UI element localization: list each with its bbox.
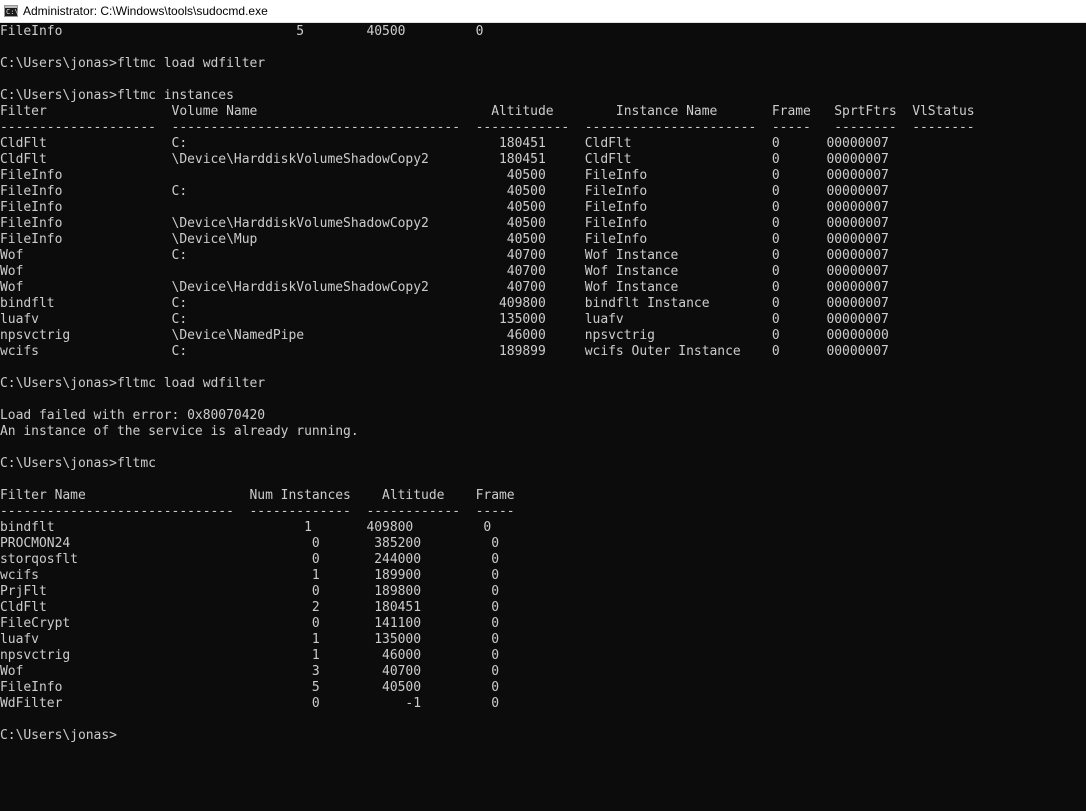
title-bar[interactable]: C:\ Administrator: C:\Windows\tools\sudo… <box>0 0 1086 23</box>
console-line: Wof \Device\HarddiskVolumeShadowCopy2 40… <box>0 280 889 295</box>
console-line: FileInfo 40500 FileInfo 0 00000007 <box>0 200 889 215</box>
console-line: C:\Users\jonas>fltmc <box>0 456 156 471</box>
console-line: FileInfo 5 40500 0 <box>0 24 484 39</box>
console-line: Load failed with error: 0x80070420 <box>0 408 266 423</box>
console-line: ------------------------------ ---------… <box>0 504 515 519</box>
console-line: FileInfo \Device\Mup 40500 FileInfo 0 00… <box>0 232 889 247</box>
console-output[interactable]: FileInfo 5 40500 0 C:\Users\jonas>fltmc l… <box>0 23 1086 811</box>
console-line: WdFilter 0 -1 0 <box>0 696 499 711</box>
window-title: Administrator: C:\Windows\tools\sudocmd.… <box>23 4 268 18</box>
console-line: luafv 1 135000 0 <box>0 632 499 647</box>
console-line: C:\Users\jonas> <box>0 728 117 743</box>
console-line: C:\Users\jonas>fltmc load wdfilter <box>0 376 266 391</box>
console-icon: C:\ <box>4 5 19 17</box>
console-line: -------------------- -------------------… <box>0 120 975 135</box>
console-line: CldFlt 2 180451 0 <box>0 600 499 615</box>
console-line: npsvctrig \Device\NamedPipe 46000 npsvct… <box>0 328 889 343</box>
console-line: FileInfo 5 40500 0 <box>0 680 499 695</box>
console-line: FileInfo 40500 FileInfo 0 00000007 <box>0 168 889 183</box>
console-line: PrjFlt 0 189800 0 <box>0 584 499 599</box>
console-window[interactable]: C:\ Administrator: C:\Windows\tools\sudo… <box>0 0 1086 811</box>
console-line: CldFlt C: 180451 CldFlt 0 00000007 <box>0 136 889 151</box>
console-line: Wof 40700 Wof Instance 0 00000007 <box>0 264 889 279</box>
console-line: Filter Name Num Instances Altitude Frame <box>0 488 515 503</box>
console-line: An instance of the service is already ru… <box>0 424 359 439</box>
console-line: bindflt C: 409800 bindflt Instance 0 000… <box>0 296 889 311</box>
console-line: Filter Volume Name Altitude Instance Nam… <box>0 104 975 119</box>
console-line: CldFlt \Device\HarddiskVolumeShadowCopy2… <box>0 152 889 167</box>
console-line: npsvctrig 1 46000 0 <box>0 648 499 663</box>
console-line: wcifs C: 189899 wcifs Outer Instance 0 0… <box>0 344 889 359</box>
console-line: FileInfo \Device\HarddiskVolumeShadowCop… <box>0 216 889 231</box>
console-line: Wof C: 40700 Wof Instance 0 00000007 <box>0 248 889 263</box>
console-line: FileInfo C: 40500 FileInfo 0 00000007 <box>0 184 889 199</box>
console-line: C:\Users\jonas>fltmc instances <box>0 88 234 103</box>
console-line: PROCMON24 0 385200 0 <box>0 536 499 551</box>
console-line: C:\Users\jonas>fltmc load wdfilter <box>0 56 266 71</box>
console-line: wcifs 1 189900 0 <box>0 568 499 583</box>
console-line: Wof 3 40700 0 <box>0 664 499 679</box>
console-line: bindflt 1 409800 0 <box>0 520 492 535</box>
console-line: FileCrypt 0 141100 0 <box>0 616 499 631</box>
console-line: luafv C: 135000 luafv 0 00000007 <box>0 312 889 327</box>
console-line: storqosflt 0 244000 0 <box>0 552 499 567</box>
